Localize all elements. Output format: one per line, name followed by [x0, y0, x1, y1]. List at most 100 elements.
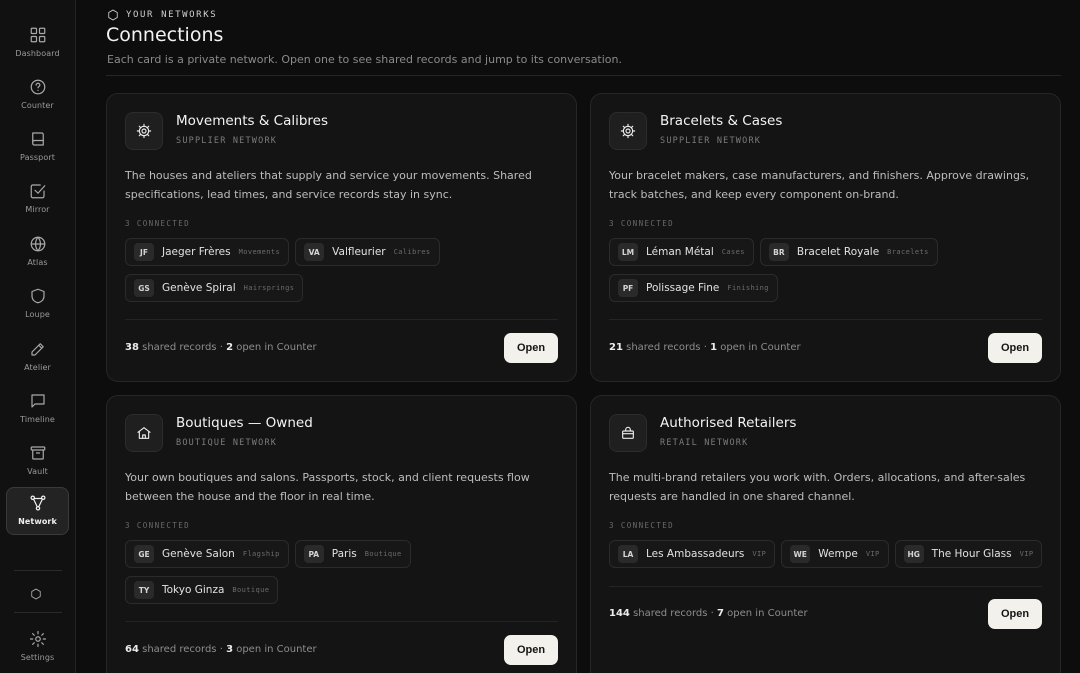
check-square-icon — [30, 184, 45, 199]
member-chip[interactable]: HG The Hour Glass VIP — [894, 540, 1043, 568]
shared-records-label: shared records · — [142, 644, 223, 655]
card-type: RETAIL NETWORK — [660, 438, 749, 448]
page-title: Connections — [106, 24, 224, 46]
sidebar-item-label: Vault — [27, 467, 48, 476]
sidebar-item-dashboard[interactable]: Dashboard — [6, 20, 69, 68]
member-role: Bracelets — [887, 248, 929, 256]
member-role: VIP — [752, 550, 767, 558]
member-role: Flagship — [242, 550, 280, 558]
sidebar-item-label: Dashboard — [15, 49, 60, 58]
member-list: LA Les Ambassadeurs VIP WE Wempe VIP HG … — [609, 540, 1043, 568]
sidebar-item-network[interactable]: Network — [6, 487, 69, 535]
member-chip[interactable]: PF Polissage Fine Finishing — [609, 274, 778, 302]
shopping-bag-icon — [622, 426, 634, 439]
question-circle-icon — [30, 79, 45, 95]
network-card-movements: Movements & Calibres SUPPLIER NETWORK Th… — [106, 93, 577, 382]
member-name: Genève Salon — [162, 548, 235, 560]
card-description: The multi-brand retailers you work with.… — [609, 471, 1026, 503]
shield-icon — [30, 288, 45, 304]
member-name: The Hour Glass — [931, 548, 1012, 560]
card-divider — [125, 319, 558, 320]
member-name: Bracelet Royale — [796, 246, 880, 258]
shared-records-count: 64 — [125, 644, 139, 655]
member-name: Les Ambassadeurs — [646, 548, 745, 560]
network-card-boutiques: Boutiques — Owned BOUTIQUE NETWORK Your … — [106, 395, 577, 673]
member-list: JF Jaeger Frères Movements VA Valfleurie… — [125, 238, 440, 266]
member-initials: LA — [618, 545, 638, 563]
sidebar-item-vault[interactable]: Vault — [6, 438, 69, 486]
connected-count: 3 CONNECTED — [609, 521, 675, 530]
member-role: VIP — [865, 550, 880, 558]
sidebar-item-settings[interactable]: Settings — [6, 624, 69, 672]
gear-icon — [620, 123, 636, 139]
shared-records-label: shared records · — [626, 342, 707, 353]
network-icon — [29, 495, 45, 511]
connected-count: 3 CONNECTED — [125, 219, 191, 228]
member-chip[interactable]: PA Paris Boutique — [294, 540, 411, 568]
member-chip[interactable]: JF Jaeger Frères Movements — [125, 238, 290, 266]
sidebar-item-atelier[interactable]: Atelier — [6, 334, 69, 382]
page-subtitle: Each card is a private network. Open one… — [107, 53, 622, 66]
member-name: Paris — [331, 548, 357, 560]
open-button[interactable]: Open — [504, 333, 558, 363]
open-count: 1 — [710, 342, 718, 353]
card-stats: 21 shared records · 1 open in Counter — [609, 342, 801, 353]
book-icon — [31, 132, 44, 146]
shared-records-label: shared records · — [142, 342, 223, 353]
member-role: Cases — [721, 248, 745, 256]
sidebar-item-atlas[interactable]: Atlas — [6, 229, 69, 277]
member-name: Polissage Fine — [646, 282, 720, 294]
member-role: Hairsprings — [243, 284, 295, 292]
pencil-icon — [30, 343, 44, 356]
sidebar-item-label: Loupe — [25, 310, 50, 319]
message-square-icon — [30, 394, 45, 408]
member-initials: TY — [134, 581, 154, 599]
card-type: SUPPLIER NETWORK — [660, 136, 762, 146]
member-chip[interactable]: LA Les Ambassadeurs VIP — [609, 540, 776, 568]
open-count: 2 — [226, 342, 234, 353]
member-initials: VA — [304, 243, 325, 261]
globe-icon — [30, 236, 45, 252]
member-role: Boutique — [232, 586, 270, 594]
sidebar-item-passport[interactable]: Passport — [6, 124, 69, 172]
sidebar-item-label: Passport — [20, 153, 55, 162]
member-chip[interactable]: WE Wempe VIP — [781, 540, 889, 568]
member-role: Movements — [238, 248, 281, 256]
member-chip[interactable]: GE Genève Salon Flagship — [125, 540, 289, 568]
card-description: Your bracelet makers, case manufacturers… — [609, 169, 1030, 201]
home-icon — [137, 427, 151, 439]
member-chip[interactable]: TY Tokyo Ginza Boutique — [125, 576, 279, 604]
sidebar-item-label: Mirror — [25, 205, 50, 214]
member-list: TY Tokyo Ginza Boutique — [125, 576, 279, 604]
sidebar: Dashboard Counter Passport Mirror Atlas … — [0, 0, 76, 673]
open-label: open in Counter — [236, 342, 317, 353]
sidebar-item-mirror[interactable]: Mirror — [6, 176, 69, 224]
hexagon-button[interactable] — [30, 585, 46, 601]
sidebar-item-timeline[interactable]: Timeline — [6, 386, 69, 434]
sidebar-item-loupe[interactable]: Loupe — [6, 281, 69, 329]
card-type: BOUTIQUE NETWORK — [176, 438, 278, 448]
member-initials: GE — [134, 545, 154, 563]
shared-records-count: 38 — [125, 342, 139, 353]
card-icon — [609, 414, 647, 452]
member-chip[interactable]: GS Genève Spiral Hairsprings — [125, 274, 304, 302]
archive-icon — [30, 446, 45, 460]
network-card-retailers: Authorised Retailers RETAIL NETWORK The … — [590, 395, 1061, 673]
member-chip[interactable]: VA Valfleurier Calibres — [295, 238, 440, 266]
member-list: GS Genève Spiral Hairsprings — [125, 274, 304, 302]
card-icon — [125, 414, 163, 452]
member-name: Tokyo Ginza — [162, 584, 225, 596]
sidebar-item-label: Counter — [21, 101, 54, 110]
gear-icon — [29, 630, 46, 648]
sidebar-item-label: Timeline — [20, 415, 55, 424]
open-count: 3 — [226, 644, 234, 655]
open-button[interactable]: Open — [988, 599, 1042, 629]
member-chip[interactable]: LM Léman Métal Cases — [609, 238, 754, 266]
sidebar-item-counter[interactable]: Counter — [6, 72, 69, 120]
open-button[interactable]: Open — [988, 333, 1042, 363]
card-divider — [609, 319, 1042, 320]
member-chip[interactable]: BR Bracelet Royale Bracelets — [759, 238, 938, 266]
open-label: open in Counter — [236, 644, 317, 655]
member-initials: JF — [134, 243, 154, 261]
open-button[interactable]: Open — [504, 635, 558, 665]
